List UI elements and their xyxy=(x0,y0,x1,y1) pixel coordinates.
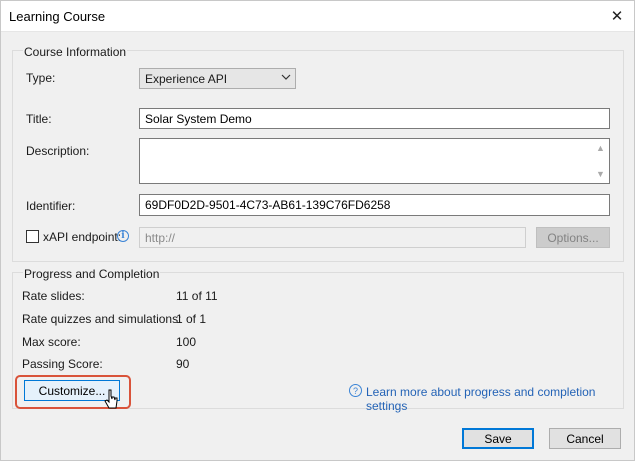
type-label: Type: xyxy=(26,71,56,85)
learning-course-dialog: Learning Course ✕ Course Information Typ… xyxy=(0,0,635,461)
rate-slides-value: 11 of 11 xyxy=(176,289,218,303)
cancel-button[interactable]: Cancel xyxy=(549,428,621,449)
close-icon[interactable]: ✕ xyxy=(600,1,634,31)
xapi-endpoint-checkbox[interactable] xyxy=(26,230,39,243)
identifier-field[interactable]: 69DF0D2D-9501-4C73-AB61-139C76FD6258 xyxy=(139,194,610,216)
xapi-endpoint-label: xAPI endpoint: xyxy=(43,230,122,244)
save-button[interactable]: Save xyxy=(462,428,534,449)
title-bar: Learning Course ✕ xyxy=(1,1,634,32)
scroll-up-icon[interactable]: ▲ xyxy=(596,143,605,153)
dialog-title: Learning Course xyxy=(9,9,106,24)
options-button[interactable]: Options... xyxy=(536,227,610,248)
description-scrollbar[interactable]: ▲ ▼ xyxy=(592,139,609,183)
rate-quizzes-value: 1 of 1 xyxy=(176,312,207,326)
passing-score-label: Passing Score: xyxy=(22,357,103,371)
type-select[interactable]: Experience API xyxy=(139,68,296,89)
course-information-legend: Course Information xyxy=(23,45,128,59)
max-score-label: Max score: xyxy=(22,335,81,349)
passing-score-value: 90 xyxy=(176,357,190,371)
question-circle-icon[interactable]: ? xyxy=(349,384,362,397)
scroll-down-icon[interactable]: ▼ xyxy=(596,169,605,179)
title-field[interactable]: Solar System Demo xyxy=(139,108,610,129)
mouse-pointer-icon xyxy=(104,389,118,409)
type-select-value: Experience API xyxy=(145,72,228,86)
chevron-down-icon xyxy=(281,72,291,85)
rate-quizzes-label: Rate quizzes and simulations: xyxy=(22,312,182,326)
info-icon[interactable]: i xyxy=(117,230,129,242)
description-label: Description: xyxy=(26,144,90,158)
progress-completion-legend: Progress and Completion xyxy=(23,267,161,281)
title-label: Title: xyxy=(26,112,52,126)
xapi-endpoint-field[interactable]: http:// xyxy=(139,227,526,248)
max-score-value: 100 xyxy=(176,335,197,349)
help-link[interactable]: Learn more about progress and completion… xyxy=(366,385,634,413)
identifier-label: Identifier: xyxy=(26,199,76,213)
rate-slides-label: Rate slides: xyxy=(22,289,85,303)
description-field[interactable]: ▲ ▼ xyxy=(139,138,610,184)
